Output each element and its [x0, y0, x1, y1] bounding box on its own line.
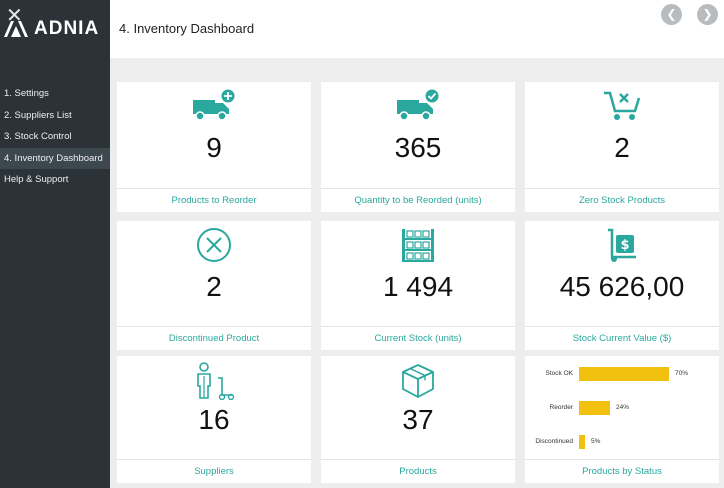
sidebar-item-inventory-dashboard[interactable]: 4. Inventory Dashboard [0, 147, 110, 169]
products-count: 37 [402, 404, 434, 435]
box-icon [402, 364, 434, 399]
stock-value-amount: 45 626,00 [559, 271, 685, 302]
bar-row: Stock OK 70% [525, 367, 715, 381]
card-products: 37 Products [321, 356, 515, 483]
shelves-icon [402, 229, 434, 262]
reorder-label[interactable]: Products to Reorder [117, 188, 311, 212]
bar [579, 401, 610, 415]
next-page-button[interactable]: ❯ [697, 4, 718, 25]
card-suppliers: 16 Suppliers [117, 356, 311, 483]
card-discontinued: 2 Discontinued Product [117, 221, 311, 350]
sidebar-item-settings[interactable]: 1. Settings [0, 83, 110, 105]
svg-text:$: $ [620, 238, 629, 253]
discontinued-label[interactable]: Discontinued Product [117, 326, 311, 350]
bar-value-label: 70% [675, 370, 689, 377]
bar-row: Discontinued 5% [525, 435, 715, 449]
bar-value-label: 24% [616, 404, 630, 411]
sidebar-menu: 1. Settings 2. Suppliers List 3. Stock C… [0, 83, 110, 191]
stock-value-label[interactable]: Stock Current Value ($) [525, 326, 719, 350]
circle-x-icon [197, 228, 231, 262]
brand-name: ADNIA [34, 18, 100, 39]
discontinued-count: 2 [206, 271, 222, 302]
card-zero-stock: 2 Zero Stock Products [525, 82, 719, 212]
reorder-count: 9 [206, 132, 222, 163]
card-products-by-status: Stock OK 70% Reorder 24% Discontinued 5% Prod… [525, 356, 719, 483]
logo-mark-icon [4, 21, 28, 37]
header: 4. Inventory Dashboard ❮ ❯ [110, 0, 724, 58]
bar-category-label: Reorder [549, 404, 573, 411]
suppliers-count: 16 [198, 404, 230, 435]
logo: ADNIA [4, 18, 99, 40]
zero-stock-count: 2 [614, 132, 630, 163]
suppliers-label[interactable]: Suppliers [117, 459, 311, 483]
prev-page-button[interactable]: ❮ [661, 4, 682, 25]
products-label[interactable]: Products [321, 459, 515, 483]
sidebar: ✕ ADNIA 1. Settings 2. Suppliers List 3.… [0, 0, 110, 488]
person-trolley-icon [197, 362, 235, 400]
bar [579, 435, 585, 449]
bar-category-label: Stock OK [545, 370, 573, 377]
card-stock-value: $ 45 626,00 Stock Current Value ($) [525, 221, 719, 350]
zero-stock-label[interactable]: Zero Stock Products [525, 188, 719, 212]
quantity-to-reorder-label[interactable]: Quantity to be Reorded (units) [321, 188, 515, 212]
dollar-trolley-icon: $ [608, 228, 636, 262]
products-by-status-chart: Stock OK 70% Reorder 24% Discontinued 5% [525, 356, 719, 456]
quantity-to-reorder-value: 365 [394, 132, 442, 163]
cart-x-icon [604, 91, 641, 120]
card-products-to-reorder: 9 Products to Reorder [117, 82, 311, 212]
chevron-left-icon: ❮ [666, 7, 677, 21]
bar-category-label: Discontinued [535, 438, 573, 445]
chevron-right-icon: ❯ [702, 7, 713, 21]
sidebar-item-suppliers-list[interactable]: 2. Suppliers List [0, 105, 110, 127]
bar [579, 367, 669, 381]
current-stock-value: 1 494 [382, 271, 454, 302]
bar-value-label: 5% [591, 438, 601, 445]
card-current-stock: 1 494 Current Stock (units) [321, 221, 515, 350]
truck-plus-icon [193, 88, 236, 121]
products-by-status-label[interactable]: Products by Status [525, 459, 719, 483]
truck-check-icon [397, 88, 440, 121]
page-title: 4. Inventory Dashboard [119, 21, 255, 36]
bar-row: Reorder 24% [525, 401, 715, 415]
card-quantity-to-reorder: 365 Quantity to be Reorded (units) [321, 82, 515, 212]
sidebar-item-stock-control[interactable]: 3. Stock Control [0, 126, 110, 148]
sidebar-item-help-support[interactable]: Help & Support [0, 169, 110, 191]
current-stock-label[interactable]: Current Stock (units) [321, 326, 515, 350]
